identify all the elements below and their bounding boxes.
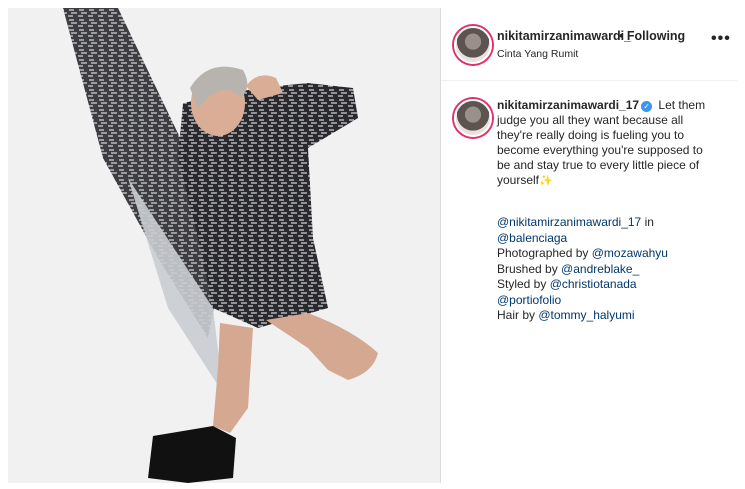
more-options-icon[interactable]: ••• [711, 30, 731, 48]
separator-dot: • [619, 29, 624, 43]
credit-text: Styled by [497, 277, 550, 291]
post-photo[interactable] [8, 8, 440, 483]
post-username[interactable]: nikitamirzanimawardi_ [497, 29, 631, 43]
mention-link[interactable]: @christiotanada [550, 277, 637, 291]
follow-status: • Following [619, 29, 685, 43]
credit-text: Photographed by [497, 246, 592, 260]
post-header: nikitamirzanimawardi_ • Following Cinta … [441, 8, 737, 81]
following-button[interactable]: Following [627, 29, 685, 43]
credit-text: Brushed by [497, 261, 562, 276]
mention-link[interactable]: @balenciaga [497, 231, 567, 245]
mention-link[interactable]: @tommy_halyumi [538, 308, 634, 322]
verified-badge-icon: ✓ [641, 101, 653, 112]
mention-link[interactable]: @portiofolio [497, 293, 561, 307]
sparkles-emoji: ✨ [539, 174, 553, 187]
credit-line: @nikitamirzanimawardi_17 in [497, 215, 717, 231]
avatar[interactable] [454, 26, 492, 64]
caption-username[interactable]: nikitamirzanimawardi_17 [497, 98, 639, 112]
credit-text: in [641, 215, 654, 229]
mention-link[interactable]: @mozawahyu [592, 246, 668, 260]
caption-text: nikitamirzanimawardi_17 ✓ Let them judge … [497, 98, 717, 188]
credit-line: Photographed by @mozawahyu [497, 246, 717, 262]
post-sidebar: nikitamirzanimawardi_ • Following Cinta … [441, 8, 737, 483]
credit-text: Hair by [497, 308, 539, 322]
credit-line: @balenciaga [497, 231, 717, 247]
credit-line: Styled by @christiotanada [497, 277, 717, 293]
mention-link[interactable]: @nikitamirzanimawardi_17 [497, 215, 641, 229]
credit-line: @portiofolio [497, 293, 717, 309]
post-location[interactable]: Cinta Yang Rumit [497, 48, 578, 60]
credit-line: Brushed by @andreblake_ [497, 262, 717, 278]
caption-avatar[interactable] [454, 99, 492, 137]
credit-line: Hair by @tommy_halyumi [497, 308, 717, 324]
post-image [8, 8, 440, 483]
mention-link[interactable]: @andreblake_ [561, 262, 639, 276]
caption-credits: @nikitamirzanimawardi_17 in @balenciaga … [497, 215, 717, 324]
